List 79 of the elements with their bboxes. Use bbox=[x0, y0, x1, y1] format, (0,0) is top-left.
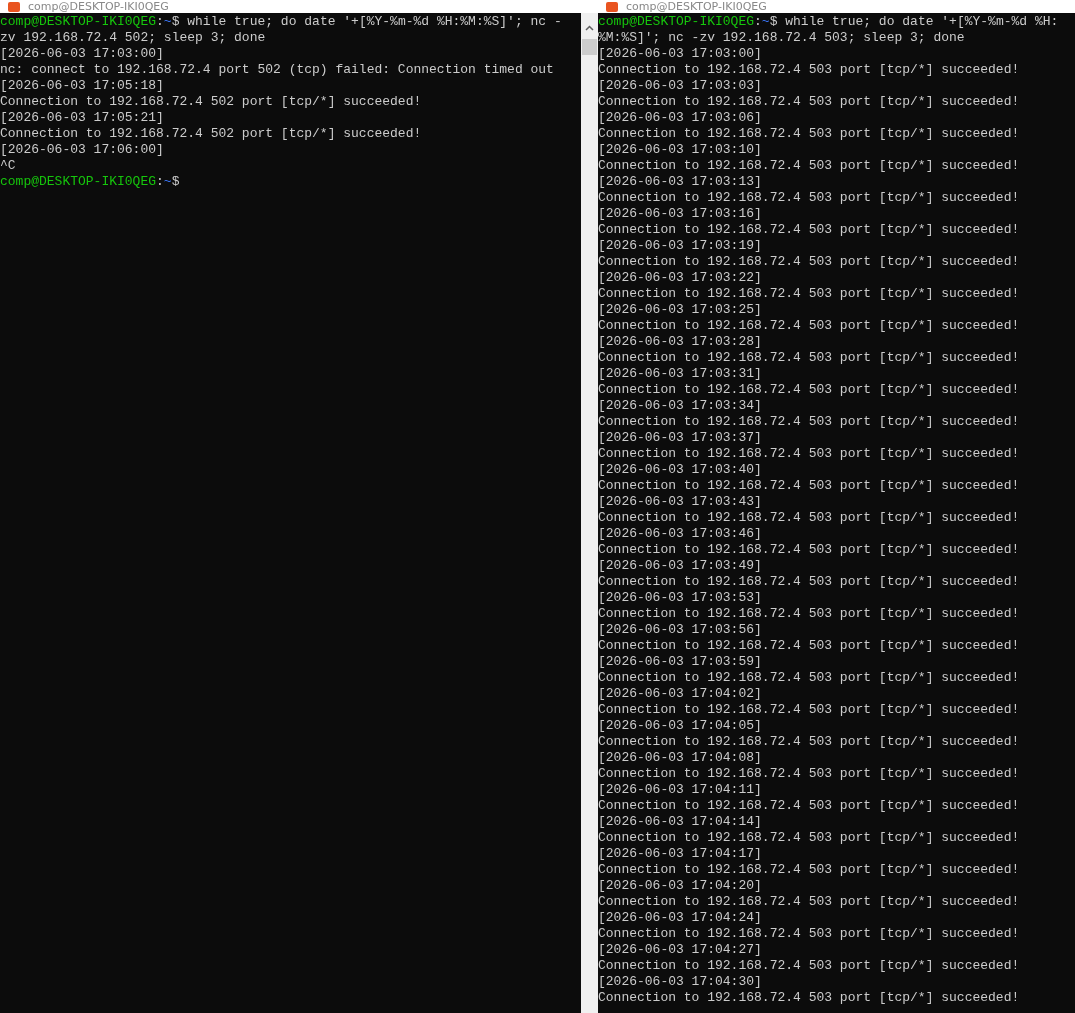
output-line: Connection to 192.168.72.4 503 port [tcp/*] succeeded! bbox=[598, 958, 1021, 974]
output-line: [2026-06-03 17:04:02] bbox=[598, 686, 763, 702]
output-line: [2026-06-03 17:03:16] bbox=[598, 206, 763, 222]
output-line: Connection to 192.168.72.4 503 port [tcp/*] succeeded! bbox=[598, 254, 1021, 270]
output-line: zv 192.168.72.4 502; sleep 3; done bbox=[0, 30, 267, 46]
output-line: Connection to 192.168.72.4 503 port [tcp/*] succeeded! bbox=[598, 222, 1021, 238]
output-line: Connection to 192.168.72.4 503 port [tcp/*] succeeded! bbox=[598, 126, 1021, 142]
output-line: [2026-06-03 17:03:49] bbox=[598, 558, 763, 574]
output-line: [2026-06-03 17:03:00] bbox=[0, 46, 165, 62]
output-line: Connection to 192.168.72.4 502 port [tcp/*] succeeded! bbox=[0, 126, 423, 142]
window-title: comp@DESKTOP-IKI0QEG bbox=[28, 1, 169, 12]
output-line: [2026-06-03 17:04:11] bbox=[598, 782, 763, 798]
output-line: [2026-06-03 17:03:19] bbox=[598, 238, 763, 254]
output-line: Connection to 192.168.72.4 503 port [tcp/*] succeeded! bbox=[598, 798, 1021, 814]
output-line: Connection to 192.168.72.4 503 port [tcp/*] succeeded! bbox=[598, 638, 1021, 654]
output-line: [2026-06-03 17:03:56] bbox=[598, 622, 763, 638]
output-line: [2026-06-03 17:04:17] bbox=[598, 846, 763, 862]
output-line: [2026-06-03 17:06:00] bbox=[0, 142, 165, 158]
output-line: Connection to 192.168.72.4 503 port [tcp/*] succeeded! bbox=[598, 382, 1021, 398]
output-line: Connection to 192.168.72.4 503 port [tcp/*] succeeded! bbox=[598, 670, 1021, 686]
app-icon bbox=[8, 1, 20, 12]
output-line: [2026-06-03 17:03:53] bbox=[598, 590, 763, 606]
output-line: [2026-06-03 17:03:28] bbox=[598, 334, 763, 350]
output-line: Connection to 192.168.72.4 503 port [tcp/*] succeeded! bbox=[598, 926, 1021, 942]
output-line: Connection to 192.168.72.4 503 port [tcp/*] succeeded! bbox=[598, 510, 1021, 526]
output-line: [2026-06-03 17:03:31] bbox=[598, 366, 763, 382]
prompt-line: comp@DESKTOP-IKI0QEG:~$ bbox=[0, 174, 181, 190]
output-line: Connection to 192.168.72.4 503 port [tcp/*] succeeded! bbox=[598, 990, 1021, 1006]
output-line: [2026-06-03 17:03:10] bbox=[598, 142, 763, 158]
output-line: [2026-06-03 17:04:20] bbox=[598, 878, 763, 894]
output-line: Connection to 192.168.72.4 503 port [tcp/*] succeeded! bbox=[598, 606, 1021, 622]
output-line: [2026-06-03 17:04:27] bbox=[598, 942, 763, 958]
output-line: [2026-06-03 17:03:13] bbox=[598, 174, 763, 190]
output-line: [2026-06-03 17:03:43] bbox=[598, 494, 763, 510]
output-line: Connection to 192.168.72.4 503 port [tcp/*] succeeded! bbox=[598, 62, 1021, 78]
output-line: Connection to 192.168.72.4 502 port [tcp/*] succeeded! bbox=[0, 94, 423, 110]
output-line: ^C bbox=[0, 158, 17, 174]
output-line: [2026-06-03 17:03:22] bbox=[598, 270, 763, 286]
output-line: [2026-06-03 17:04:24] bbox=[598, 910, 763, 926]
output-line: Connection to 192.168.72.4 503 port [tcp/*] succeeded! bbox=[598, 734, 1021, 750]
output-line: Connection to 192.168.72.4 503 port [tcp/*] succeeded! bbox=[598, 830, 1021, 846]
output-line: [2026-06-03 17:03:00] bbox=[598, 46, 763, 62]
output-line: [2026-06-03 17:03:34] bbox=[598, 398, 763, 414]
output-line: [2026-06-03 17:04:05] bbox=[598, 718, 763, 734]
prompt-line: comp@DESKTOP-IKI0QEG:~$ while true; do date '+[%Y-%m-%d %H:%M:%S]'; nc - bbox=[0, 14, 563, 30]
output-line: [2026-06-03 17:03:06] bbox=[598, 110, 763, 126]
output-line: [2026-06-03 17:03:40] bbox=[598, 462, 763, 478]
output-line: Connection to 192.168.72.4 503 port [tcp/*] succeeded! bbox=[598, 702, 1021, 718]
output-line: Connection to 192.168.72.4 503 port [tcp/*] succeeded! bbox=[598, 190, 1021, 206]
window-title: comp@DESKTOP-IKI0QEG bbox=[626, 1, 767, 12]
output-line: [2026-06-03 17:03:59] bbox=[598, 654, 763, 670]
output-line: Connection to 192.168.72.4 503 port [tcp/*] succeeded! bbox=[598, 478, 1021, 494]
output-line: [2026-06-03 17:03:46] bbox=[598, 526, 763, 542]
output-line: [2026-06-03 17:04:30] bbox=[598, 974, 763, 990]
output-line: [2026-06-03 17:03:25] bbox=[598, 302, 763, 318]
output-line: Connection to 192.168.72.4 503 port [tcp/*] succeeded! bbox=[598, 894, 1021, 910]
output-line: nc: connect to 192.168.72.4 port 502 (tcp) failed: Connection timed out bbox=[0, 62, 555, 78]
app-icon bbox=[606, 1, 618, 12]
output-line: Connection to 192.168.72.4 503 port [tcp/*] succeeded! bbox=[598, 446, 1021, 462]
output-line: Connection to 192.168.72.4 503 port [tcp/*] succeeded! bbox=[598, 542, 1021, 558]
output-line: Connection to 192.168.72.4 503 port [tcp/*] succeeded! bbox=[598, 94, 1021, 110]
output-line: Connection to 192.168.72.4 503 port [tcp/*] succeeded! bbox=[598, 574, 1021, 590]
output-line: [2026-06-03 17:03:03] bbox=[598, 78, 763, 94]
output-line: Connection to 192.168.72.4 503 port [tcp/*] succeeded! bbox=[598, 286, 1021, 302]
output-line: Connection to 192.168.72.4 503 port [tcp/*] succeeded! bbox=[598, 318, 1021, 334]
output-line: [2026-06-03 17:05:21] bbox=[0, 110, 165, 126]
output-line: Connection to 192.168.72.4 503 port [tcp/*] succeeded! bbox=[598, 766, 1021, 782]
scroll-up-icon[interactable] bbox=[585, 25, 594, 31]
output-line: [2026-06-03 17:03:37] bbox=[598, 430, 763, 446]
output-line: [2026-06-03 17:04:08] bbox=[598, 750, 763, 766]
output-line: [2026-06-03 17:04:14] bbox=[598, 814, 763, 830]
output-line: Connection to 192.168.72.4 503 port [tcp/*] succeeded! bbox=[598, 158, 1021, 174]
output-line: %M:%S]'; nc -zv 192.168.72.4 503; sleep 3; done bbox=[598, 30, 966, 46]
scroll-thumb[interactable] bbox=[582, 39, 597, 55]
output-line: Connection to 192.168.72.4 503 port [tcp/*] succeeded! bbox=[598, 414, 1021, 430]
output-line: [2026-06-03 17:05:18] bbox=[0, 78, 165, 94]
output-line: Connection to 192.168.72.4 503 port [tcp/*] succeeded! bbox=[598, 350, 1021, 366]
prompt-line: comp@DESKTOP-IKI0QEG:~$ while true; do date '+[%Y-%m-%d %H: bbox=[598, 14, 1060, 30]
output-line: Connection to 192.168.72.4 503 port [tcp/*] succeeded! bbox=[598, 862, 1021, 878]
